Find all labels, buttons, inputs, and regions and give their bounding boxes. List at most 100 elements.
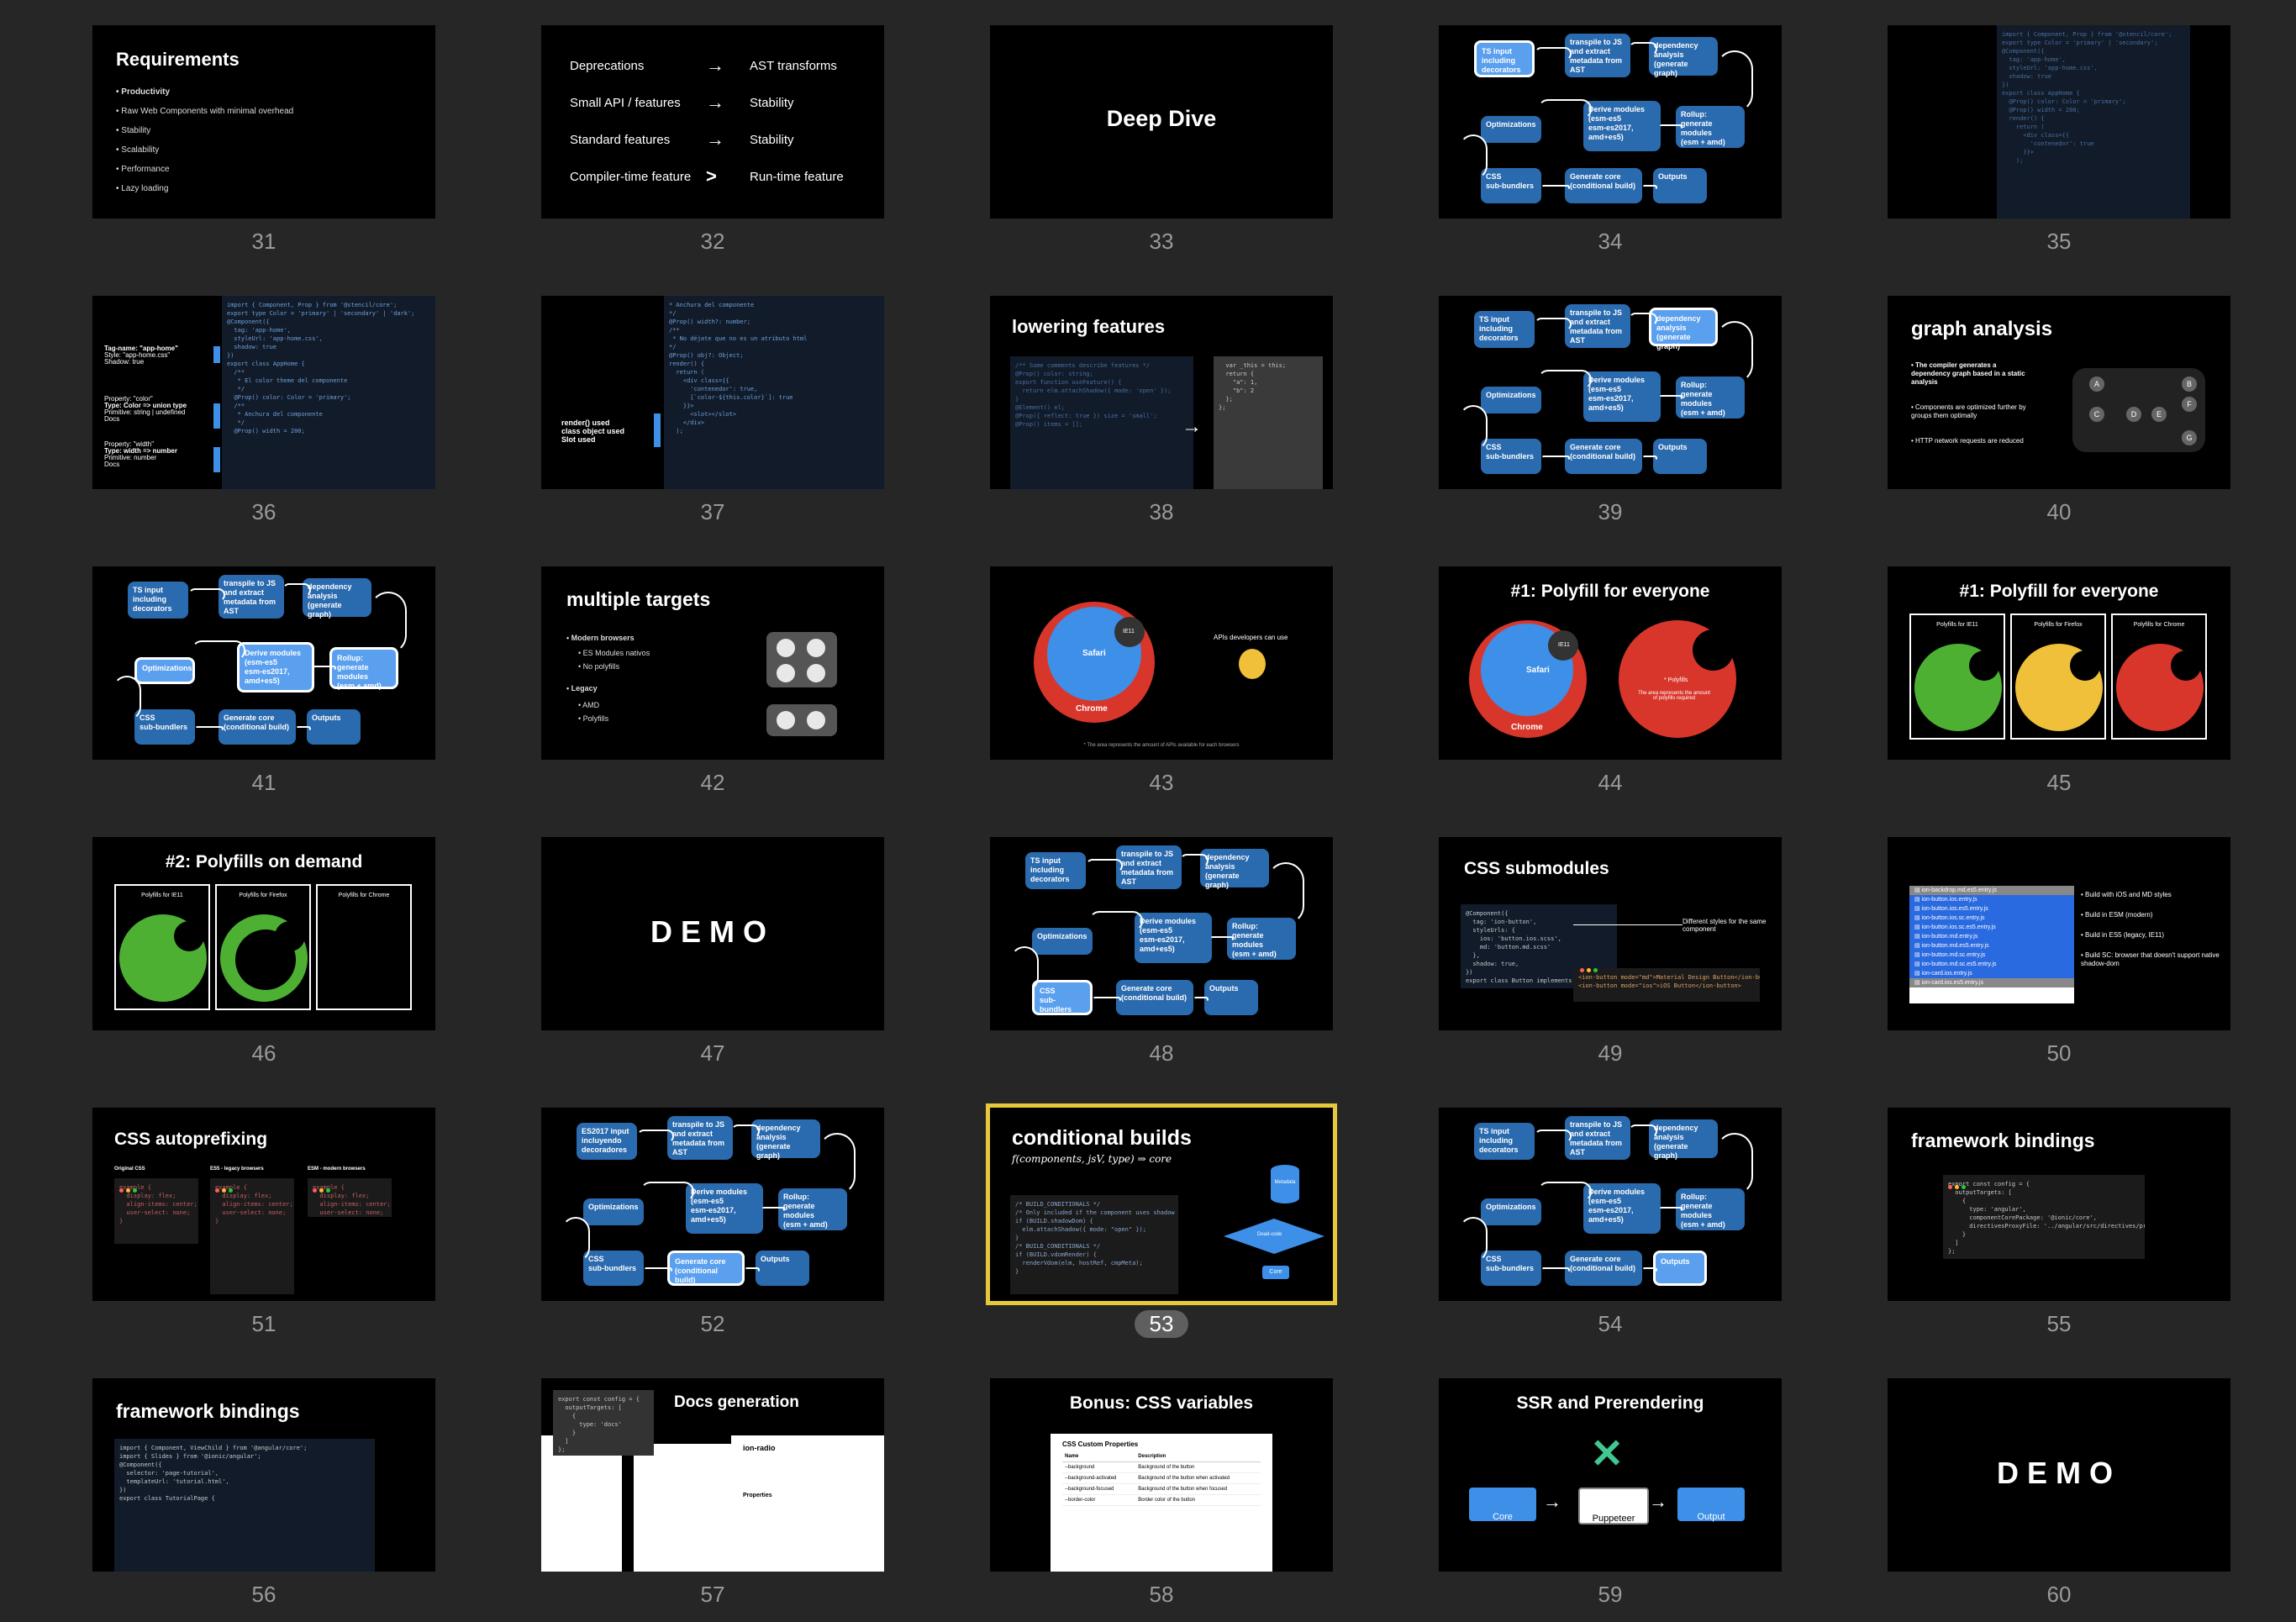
- slide-thumbnail-cell[interactable]: graph analysis • The compiler generates a…: [1888, 296, 2230, 540]
- slide-thumbnail-cell[interactable]: multiple targets • Modern browsers • ES Mo…: [541, 566, 884, 810]
- code-line: elm.attachShadow({ mode: "open" });: [1015, 1226, 1146, 1233]
- slide-thumbnail-cell[interactable]: Deep Dive 33: [990, 25, 1333, 269]
- file-item: ▤ ion-button.md.sc.entry.js: [1909, 951, 2074, 960]
- metadata-label: Metadata: [1274, 1180, 1296, 1185]
- browser-logo-icon: [807, 664, 825, 682]
- code-line: */: [227, 419, 245, 426]
- slide-thumbnail-56[interactable]: framework bindings import { Component, Vi…: [92, 1378, 435, 1572]
- slide-thumbnail-cell[interactable]: Docs generation export const config = { o…: [541, 1378, 884, 1622]
- code-line: align-items: center;: [215, 1201, 293, 1208]
- slide-thumbnail-cell[interactable]: framework bindings import { Component, Vi…: [92, 1378, 435, 1622]
- slide-thumbnail-cell[interactable]: Requirements • Productivity • Raw Web Comp…: [92, 25, 435, 269]
- slide-thumbnail-60[interactable]: DEMO: [1888, 1378, 2230, 1572]
- slide-thumbnail-31[interactable]: Requirements • Productivity • Raw Web Comp…: [92, 25, 435, 219]
- slide-thumbnail-cell[interactable]: render() used class object used Slot used *…: [541, 296, 884, 540]
- browser-logo-icon: [777, 639, 795, 657]
- slide-thumbnail-cell[interactable]: lowering features /** Some comments descr…: [990, 296, 1333, 540]
- slide-thumbnail-39[interactable]: TS input including decorators transpile t…: [1439, 296, 1782, 489]
- slide-thumbnail-cell[interactable]: TS input including decorators transpile t…: [990, 837, 1333, 1081]
- slide-thumbnail-cell[interactable]: conditional builds f(components, jsV, typ…: [986, 1103, 1337, 1351]
- code-line: tag: 'app-home',: [227, 327, 291, 334]
- slide-thumbnail-cell[interactable]: #1: Polyfill for everyone Polyfills for I…: [1888, 566, 2230, 810]
- slide-thumbnail-50[interactable]: ▤ ion-backdrop.md.es5.entry.js ▤ ion-butt…: [1888, 837, 2230, 1030]
- slide-thumbnail-36[interactable]: Tag-name: "app-home" Style: "app-home.css…: [92, 296, 435, 489]
- slide-thumbnail-cell[interactable]: Tag-name: "app-home" Style: "app-home.css…: [92, 296, 435, 540]
- code-line: outputTargets: [: [1948, 1189, 2012, 1196]
- slide-title: graph analysis: [1911, 318, 2053, 340]
- apis-label: APIs developers can use: [1214, 634, 1288, 641]
- diagram-arrow: [644, 1267, 672, 1272]
- code-line: align-items: center;: [119, 1201, 197, 1208]
- slide-thumbnail-52[interactable]: ES2017 input incluyendo decoradores trans…: [541, 1108, 884, 1301]
- polyfill-panel: [316, 884, 412, 1010]
- slide-thumbnail-cell[interactable]: Deprecations → AST transforms Small API / f…: [541, 25, 884, 269]
- slide-number-label: 34: [1598, 229, 1623, 254]
- slide-thumbnail-cell[interactable]: import { Component, Prop } from '@stenci…: [1888, 25, 2230, 269]
- diagram-arrow: [637, 1130, 674, 1143]
- browser-logo-icon: [777, 664, 795, 682]
- slide-thumbnail-37[interactable]: render() used class object used Slot used *…: [541, 296, 884, 489]
- slide-title: Deep Dive: [1106, 106, 1217, 131]
- bullet-item: • ES Modules nativos: [578, 649, 650, 657]
- diagram-arrow: [1642, 456, 1657, 461]
- slide-thumbnail-57[interactable]: Docs generation export const config = { o…: [541, 1378, 884, 1572]
- slide-thumbnail-cell[interactable]: DEMO 60: [1888, 1378, 2230, 1622]
- slide-thumbnail-53[interactable]: conditional builds f(components, jsV, typ…: [986, 1103, 1337, 1305]
- slide-thumbnail-cell[interactable]: CSS submodules @Component({ tag: 'ion-but…: [1439, 837, 1782, 1081]
- slide-thumbnail-cell[interactable]: TS input including decorators transpile t…: [1439, 296, 1782, 540]
- slide-thumbnail-32[interactable]: Deprecations → AST transforms Small API / f…: [541, 25, 884, 219]
- slide-thumbnail-59[interactable]: SSR and Prerendering ✕ Core Puppeteer Output…: [1439, 1378, 1782, 1572]
- slide-thumbnail-34[interactable]: TS input including decorators transpile t…: [1439, 25, 1782, 219]
- table-cell: --border-color: [1062, 1494, 1136, 1506]
- diagram-arrow: [1180, 854, 1209, 867]
- slide-thumbnail-cell[interactable]: ▤ ion-backdrop.md.es5.entry.js ▤ ion-butt…: [1888, 837, 2230, 1081]
- slide-thumbnail-cell[interactable]: TS input including decorators transpile t…: [1439, 25, 1782, 269]
- slide-thumbnail-40[interactable]: graph analysis • The compiler generates a…: [1888, 296, 2230, 489]
- slide-thumbnail-33[interactable]: Deep Dive: [990, 25, 1333, 219]
- slide-thumbnail-58[interactable]: Bonus: CSS variables CSS Custom Propertie…: [990, 1378, 1333, 1572]
- diagram-derive-box: Derive modules (esm-es5 esm-es2017, amd+…: [1583, 101, 1661, 151]
- code-line: {: [558, 1413, 577, 1419]
- slide-thumbnail-51[interactable]: CSS autoprefixing Original CSS example { d…: [92, 1108, 435, 1301]
- slide-thumbnail-47[interactable]: DEMO: [541, 837, 884, 1030]
- slide-thumbnail-45[interactable]: #1: Polyfill for everyone Polyfills for I…: [1888, 566, 2230, 760]
- slide-thumbnail-55[interactable]: framework bindings export const config = …: [1888, 1108, 2230, 1301]
- slide-subtitle: f(components, jsV, type) ⇒ core: [1012, 1153, 1172, 1165]
- bullet-item: • AMD: [578, 701, 600, 709]
- code-line: */: [669, 344, 677, 350]
- slide-number: 42: [541, 770, 884, 796]
- safari-label: Safari: [1526, 666, 1550, 675]
- slide-thumbnail-46[interactable]: #2: Polyfills on demand Polyfills for IE1…: [92, 837, 435, 1030]
- slide-thumbnail-44[interactable]: #1: Polyfill for everyone IE11 Safari Chrom…: [1439, 566, 1782, 760]
- slide-number-label: 57: [700, 1582, 725, 1607]
- slide-thumbnail-49[interactable]: CSS submodules @Component({ tag: 'ion-but…: [1439, 837, 1782, 1030]
- code-line: @Component({: [2002, 48, 2045, 55]
- diagram-arrow: [1538, 99, 1592, 119]
- slide-thumbnail-cell[interactable]: ES2017 input incluyendo decoradores trans…: [541, 1108, 884, 1351]
- slide-title: #1: Polyfill for everyone: [1959, 582, 2159, 601]
- slide-thumbnail-42[interactable]: multiple targets • Modern browsers • ES Mo…: [541, 566, 884, 760]
- slide-thumbnail-cell[interactable]: Bonus: CSS variables CSS Custom Propertie…: [990, 1378, 1333, 1622]
- slide-thumbnail-35[interactable]: import { Component, Prop } from '@stenci…: [1888, 25, 2230, 219]
- diagram-arrow: [370, 592, 407, 654]
- slide-thumbnail-cell[interactable]: TS input including decorators transpile t…: [1439, 1108, 1782, 1351]
- code-line: export type Color = 'primary' | 'seconda…: [2002, 39, 2158, 46]
- slide-thumbnail-cell[interactable]: CSS autoprefixing Original CSS example { d…: [92, 1108, 435, 1351]
- slide-thumbnail-43[interactable]: IE11 Safari Chrome APIs developers can use *…: [990, 566, 1333, 760]
- ie11-label: IE11: [1123, 629, 1135, 635]
- slide-thumbnail-cell[interactable]: IE11 Safari Chrome APIs developers can use *…: [990, 566, 1333, 810]
- slide-thumbnail-54[interactable]: TS input including decorators transpile t…: [1439, 1108, 1782, 1301]
- code-block: import { Component, Prop } from '@stenci…: [1997, 25, 2190, 219]
- slide-thumbnail-cell[interactable]: DEMO 47: [541, 837, 884, 1081]
- slide-thumbnail-cell[interactable]: framework bindings export const config = …: [1888, 1108, 2230, 1351]
- slide-thumbnail-38[interactable]: lowering features /** Some comments descr…: [990, 296, 1333, 489]
- slide-thumbnail-48[interactable]: TS input including decorators transpile t…: [990, 837, 1333, 1030]
- diagram-outputs-box: Outputs: [1653, 439, 1707, 474]
- slide-thumbnail-cell[interactable]: SSR and Prerendering ✕ Core Puppeteer Output…: [1439, 1378, 1782, 1622]
- window-dot: [1593, 968, 1598, 972]
- slide-thumbnail-cell[interactable]: #1: Polyfill for everyone IE11 Safari Chrom…: [1439, 566, 1782, 810]
- slide-thumbnail-cell[interactable]: TS input including decorators transpile t…: [92, 566, 435, 810]
- bracket-icon: [213, 346, 220, 363]
- slide-thumbnail-cell[interactable]: #2: Polyfills on demand Polyfills for IE1…: [92, 837, 435, 1081]
- slide-thumbnail-41[interactable]: TS input including decorators transpile t…: [92, 566, 435, 760]
